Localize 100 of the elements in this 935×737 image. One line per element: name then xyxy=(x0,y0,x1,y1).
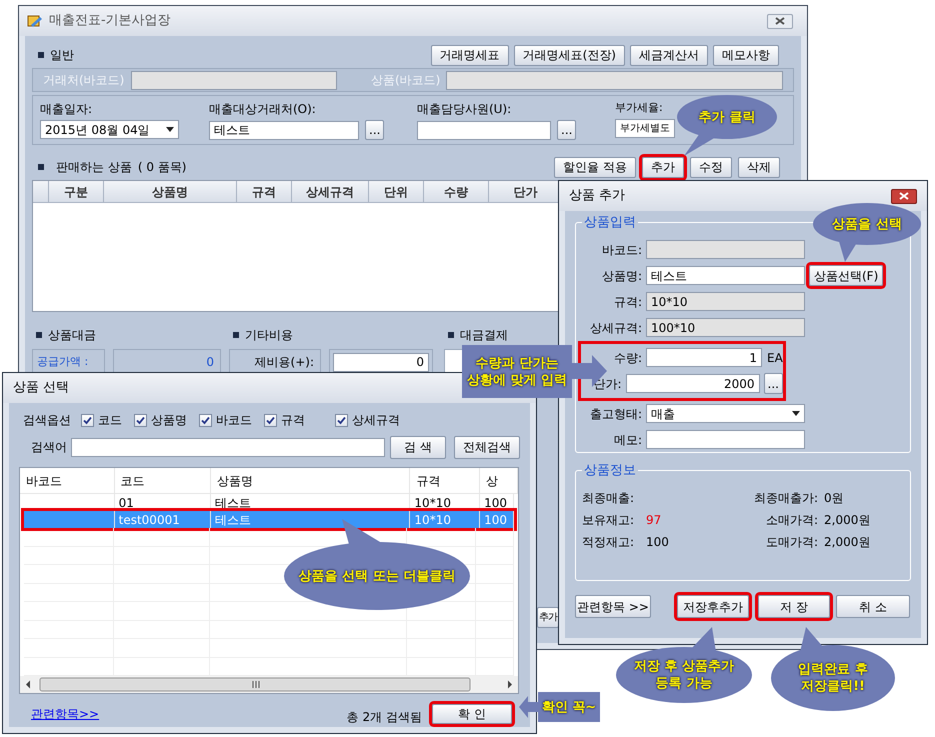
button[interactable]: 저 장 xyxy=(758,595,830,618)
search-field[interactable] xyxy=(70,438,386,456)
input-field[interactable]: 테스트 xyxy=(209,120,359,140)
column-header: 바코드 xyxy=(20,468,115,493)
table-cell-text: 10*10 xyxy=(413,494,451,511)
button[interactable]: 수정 xyxy=(690,156,732,178)
button[interactable]: 추가 xyxy=(642,156,684,178)
close-icon xyxy=(899,192,909,200)
field-label: 바코드: xyxy=(600,242,643,258)
checkbox-label: 상세규격 xyxy=(352,412,400,429)
input-field[interactable] xyxy=(646,240,805,259)
info-label: 보유재고: xyxy=(582,512,636,526)
item-count: ( 0 품목) xyxy=(138,159,186,176)
button[interactable]: 추가 xyxy=(537,607,559,628)
button[interactable]: 할인율 적용 xyxy=(554,156,636,178)
callout-text: 확인 꼭~ xyxy=(542,698,596,716)
field-label: 규격: xyxy=(612,294,643,310)
input-field[interactable] xyxy=(446,70,783,90)
button[interactable]: 검 색 xyxy=(390,436,446,458)
caret-icon xyxy=(792,411,800,416)
field-label: 메모: xyxy=(612,432,643,448)
date-select[interactable]: 2015년 08월 04일 xyxy=(40,120,179,139)
button[interactable]: 메모사항 xyxy=(713,44,779,66)
checkbox-label: 바코드 xyxy=(216,412,252,429)
checkbox[interactable] xyxy=(81,414,94,426)
checkbox[interactable] xyxy=(134,414,147,426)
column-header: 상 xyxy=(480,468,518,493)
info-value: 2,000원 xyxy=(824,512,870,526)
info-label: 소매가격: xyxy=(764,512,819,526)
table-cell-text: 테스트 xyxy=(214,512,252,528)
input-field[interactable]: 2000 xyxy=(626,374,760,393)
section-heading: 상품대금 xyxy=(48,327,96,344)
scrollbar[interactable] xyxy=(20,676,518,693)
window-title: 매출전표-기본사업장 xyxy=(49,12,171,30)
checkbox[interactable] xyxy=(199,414,212,426)
input-field[interactable]: 테스트 xyxy=(646,266,805,285)
info-value: 100 xyxy=(646,534,669,548)
section-heading: 대금결제 xyxy=(460,327,508,344)
field-label: 매출담당사원(U): xyxy=(417,101,512,118)
input-field[interactable] xyxy=(131,70,337,90)
unit-label: EA xyxy=(767,350,783,366)
section-heading: 일반 xyxy=(50,47,74,64)
table-cell-text: 100 xyxy=(483,494,508,511)
input-field[interactable]: 10*10 xyxy=(646,292,805,311)
field-label: 검색어 xyxy=(30,439,68,456)
checkbox-label: 코드 xyxy=(98,412,122,429)
checkbox[interactable] xyxy=(335,414,348,426)
table-cell-text: 100 xyxy=(483,512,508,528)
input-field[interactable]: 1 xyxy=(646,348,762,367)
field-label: 출고형태: xyxy=(588,406,643,422)
close-button[interactable] xyxy=(767,14,793,28)
callout-text: 추가 클릭 xyxy=(698,108,756,126)
callout-text: 상품을 선택 xyxy=(832,216,902,232)
table-cell-text: test00001 xyxy=(118,512,180,528)
section-heading: 판매하는 상품 xyxy=(56,159,132,176)
field-label: 상품명: xyxy=(600,268,643,284)
button[interactable]: 확 인 xyxy=(432,704,512,724)
field-label: 부가세율: xyxy=(615,100,663,116)
bullet-icon xyxy=(233,332,239,338)
column-header: 규격 xyxy=(410,468,480,493)
bullet-icon xyxy=(38,164,44,170)
browse-button[interactable]: ... xyxy=(557,120,576,140)
input-field[interactable]: 부가세별도 xyxy=(615,118,675,138)
related-link[interactable]: 관련항목>> xyxy=(31,705,100,723)
button[interactable]: 취 소 xyxy=(836,595,910,618)
column-header: 구분 xyxy=(49,181,104,202)
field-label: 상세규격: xyxy=(588,320,643,336)
column-header: 상품명 xyxy=(211,468,410,493)
browse-button[interactable]: ... xyxy=(764,373,783,394)
column-header: 상세규격 xyxy=(292,181,369,202)
group-title: 상품정보 xyxy=(583,462,637,480)
button[interactable]: 저장후추가 xyxy=(677,595,749,618)
button[interactable]: 거래명세표 xyxy=(430,44,509,66)
column-header: 수량 xyxy=(424,181,489,202)
section-heading: 기타비용 xyxy=(245,327,293,344)
field-label: 매출일자: xyxy=(40,101,92,118)
bullet-icon xyxy=(36,332,42,338)
shipping-select[interactable]: 매출 xyxy=(646,404,805,423)
callout-text: 상품을 선택 또는 더블클릭 xyxy=(298,568,456,584)
checkbox[interactable] xyxy=(264,414,277,426)
column-header: 상품명 xyxy=(104,181,237,202)
button[interactable]: 상품선택(F) xyxy=(809,265,884,286)
input-field[interactable]: 0 xyxy=(333,352,429,372)
button[interactable]: 거래명세표(전장) xyxy=(514,44,625,66)
button[interactable]: 관련항목 >> xyxy=(575,595,651,618)
field-label: 거래처(바코드) xyxy=(43,72,126,89)
browse-button[interactable]: ... xyxy=(365,120,384,140)
button[interactable]: 전체검색 xyxy=(454,436,520,458)
table-cell-text: 테스트 xyxy=(214,494,252,511)
close-button[interactable] xyxy=(891,188,917,204)
table-cell-text: 01 xyxy=(118,494,134,511)
button[interactable]: 삭제 xyxy=(738,156,780,178)
dialog-title: 상품 선택 xyxy=(13,379,70,398)
input-field[interactable]: 100*10 xyxy=(646,318,805,337)
button[interactable]: 세금계산서 xyxy=(630,44,708,66)
group-title: 상품입력 xyxy=(583,214,637,232)
input-field[interactable] xyxy=(417,120,551,140)
info-label: 도매가격: xyxy=(764,534,819,548)
dialog-title: 상품 추가 xyxy=(569,187,626,206)
input-field[interactable] xyxy=(646,430,805,449)
